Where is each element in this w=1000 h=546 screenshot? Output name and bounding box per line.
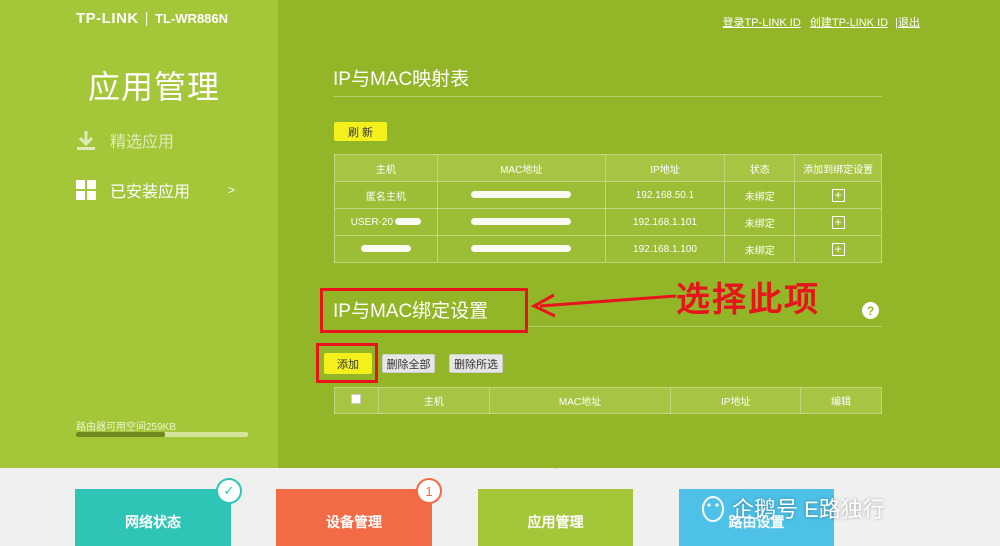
status-cell: 未绑定 (724, 208, 796, 236)
brand-name: TP-LINK (76, 10, 139, 27)
mac-cell (436, 208, 606, 236)
column-header-ip: IP地址 (670, 387, 802, 414)
grid-icon (76, 180, 96, 200)
mac-cell (436, 235, 606, 263)
select-all-cell (334, 387, 379, 414)
column-header-edit: 编辑 (800, 387, 882, 414)
storage-fill (76, 432, 166, 437)
redacted-mac (471, 217, 572, 225)
host-name: USER-20 (350, 216, 394, 228)
annotation-arrow-icon (530, 293, 677, 318)
refresh-button[interactable]: 刷 新 (334, 122, 387, 141)
account-links: 登录TP-LINK ID 创建TP-LINK ID |退出 (717, 14, 920, 30)
column-header-host: 主机 (377, 387, 490, 414)
add-bind-cell: + (794, 208, 882, 236)
notification-badge: 1 (416, 478, 442, 504)
sidebar-item-featured-apps[interactable]: 精选应用 (76, 128, 174, 152)
column-header-status: 状态 (724, 154, 796, 182)
storage-label: 路由器可用空间259KB (76, 422, 177, 433)
status-cell: 未绑定 (724, 181, 796, 209)
redacted-mac (471, 190, 572, 198)
tab-label: 应用管理 (527, 514, 584, 530)
section-divider (528, 326, 882, 327)
redacted-mac (471, 244, 572, 252)
annotation-label: 选择此项 (676, 281, 820, 319)
active-tab-pointer (546, 458, 566, 469)
delete-all-button[interactable]: 删除全部 (382, 354, 435, 373)
add-bind-cell: + (794, 235, 882, 263)
add-to-binding-button[interactable]: + (831, 215, 845, 229)
mapping-table-title: IP与MAC映射表 (333, 69, 470, 90)
sidebar: TP-LINK | TL-WR886N 应用管理 精选应用 已安装应用 > 路由器可… (0, 0, 278, 468)
annotation-highlight-title (320, 288, 528, 333)
storage-bar (76, 432, 248, 437)
column-header-host: 主机 (334, 154, 438, 182)
column-header-add-bind: 添加到绑定设置 (794, 154, 882, 182)
column-header-mac: MAC地址 (436, 154, 606, 182)
add-to-binding-button[interactable]: + (831, 242, 845, 256)
create-id-link[interactable]: 创建TP-LINK ID (810, 17, 888, 29)
column-header-mac: MAC地址 (488, 387, 672, 414)
table-header-row: 主机 MAC地址 IP地址 状态 添加到绑定设置 (334, 154, 882, 182)
help-icon[interactable]: ? (862, 302, 879, 319)
sidebar-item-label: 已安装应用 (110, 184, 191, 201)
page-title: 应用管理 (88, 69, 221, 105)
host-cell (334, 235, 438, 263)
download-icon (76, 130, 96, 150)
column-header-ip: IP地址 (604, 154, 726, 182)
ip-cell: 192.168.1.101 (604, 208, 726, 236)
mac-cell (436, 181, 606, 209)
table-row: 匿名主机 192.168.50.1 未绑定 + (334, 181, 882, 209)
mapping-table: 主机 MAC地址 IP地址 状态 添加到绑定设置 匿名主机 192.168.50… (334, 154, 882, 263)
delete-selected-button[interactable]: 删除所选 (449, 354, 503, 373)
check-icon: ✓ (216, 478, 242, 504)
tab-label: 网络状态 (125, 514, 181, 530)
sidebar-item-installed-apps[interactable]: 已安装应用 > (76, 178, 235, 202)
brand-separator: | (144, 10, 150, 27)
section-divider (333, 96, 882, 97)
tab-network-status[interactable]: 网络状态 (75, 489, 231, 546)
status-cell: 未绑定 (724, 235, 796, 263)
model-name: TL-WR886N (155, 11, 229, 26)
table-row: 192.168.1.100 未绑定 + (334, 235, 882, 263)
sidebar-item-label: 精选应用 (110, 134, 175, 151)
logout-link[interactable]: |退出 (895, 17, 920, 29)
host-cell: USER-20 (334, 208, 438, 236)
login-link[interactable]: 登录TP-LINK ID (723, 17, 801, 29)
ip-cell: 192.168.1.100 (604, 235, 726, 263)
add-to-binding-button[interactable]: + (831, 188, 845, 202)
select-all-checkbox[interactable] (351, 394, 362, 404)
watermark-text: 企鹅号 E路独行 (732, 497, 885, 522)
watermark: 企鹅号 E路独行 (700, 492, 885, 524)
table-header-row: 主机 MAC地址 IP地址 编辑 (334, 387, 882, 414)
annotation-highlight-add (316, 343, 378, 383)
table-row: USER-20 192.168.1.101 未绑定 + (334, 208, 882, 236)
redacted-host (360, 244, 411, 252)
binding-table: 主机 MAC地址 IP地址 编辑 (334, 387, 882, 414)
tab-app-management[interactable]: 应用管理 (478, 489, 633, 546)
penguin-icon (702, 496, 724, 522)
ip-cell: 192.168.50.1 (604, 181, 726, 209)
host-cell: 匿名主机 (334, 181, 438, 209)
add-bind-cell: + (794, 181, 882, 209)
tab-label: 设备管理 (326, 514, 382, 530)
tab-device-management[interactable]: 设备管理 (276, 489, 432, 546)
redacted-host (395, 218, 422, 226)
brand-logo: TP-LINK | TL-WR886N (76, 10, 228, 27)
chevron-right-icon: > (228, 183, 236, 197)
